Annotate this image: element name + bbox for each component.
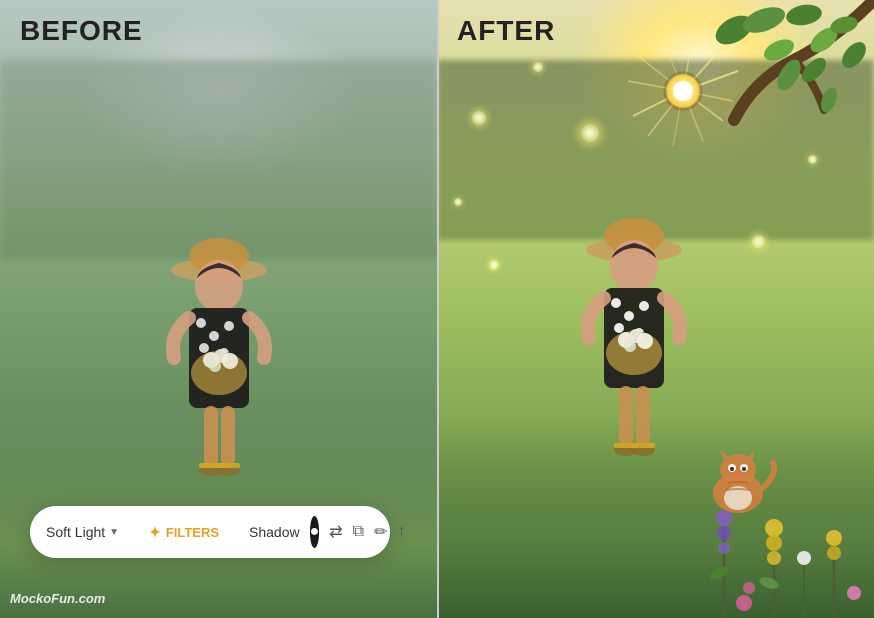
blend-mode-selector[interactable]: Soft Light ▼ <box>46 524 119 540</box>
magic-icon: ✏ <box>374 522 387 542</box>
filters-label: FILTERS <box>166 525 219 540</box>
bokeh-4 <box>581 124 599 142</box>
blend-mode-label: Soft Light <box>46 524 105 540</box>
after-panel: AFTER <box>437 0 874 618</box>
main-container: BEFORE MockoFun.com Soft Light ▼ ✦ FILTE… <box>0 0 874 618</box>
after-child <box>554 198 714 478</box>
panel-separator <box>437 0 439 618</box>
shadow-label: Shadow <box>249 524 300 540</box>
toolbar: Soft Light ▼ ✦ FILTERS Shadow ● ⇄ ⧉ ✏ <box>30 506 390 558</box>
magic-button[interactable]: ✏ <box>374 516 387 548</box>
swap-icon: ⇄ <box>329 522 342 542</box>
circle-button[interactable]: ● <box>310 516 320 548</box>
upload-button[interactable]: ↑ <box>398 516 406 548</box>
bokeh-2 <box>533 62 543 72</box>
before-label: BEFORE <box>20 15 143 47</box>
swap-button[interactable]: ⇄ <box>329 516 342 548</box>
layers-button[interactable]: ⧉ <box>353 516 364 548</box>
upload-icon: ↑ <box>398 523 406 541</box>
dropdown-arrow-icon: ▼ <box>109 527 119 538</box>
layers-icon: ⧉ <box>353 523 364 541</box>
bokeh-6 <box>752 235 765 248</box>
tree-branch <box>654 0 874 220</box>
bokeh-5 <box>489 260 499 270</box>
before-child <box>139 218 299 498</box>
before-panel: BEFORE MockoFun.com Soft Light ▼ ✦ FILTE… <box>0 0 437 618</box>
flowers-area <box>694 418 874 618</box>
after-label: AFTER <box>457 15 555 47</box>
watermark-before: MockoFun.com <box>10 591 105 606</box>
filters-button[interactable]: ✦ FILTERS <box>143 520 225 545</box>
circle-fill-icon: ● <box>310 523 320 541</box>
filters-star-icon: ✦ <box>149 524 161 541</box>
